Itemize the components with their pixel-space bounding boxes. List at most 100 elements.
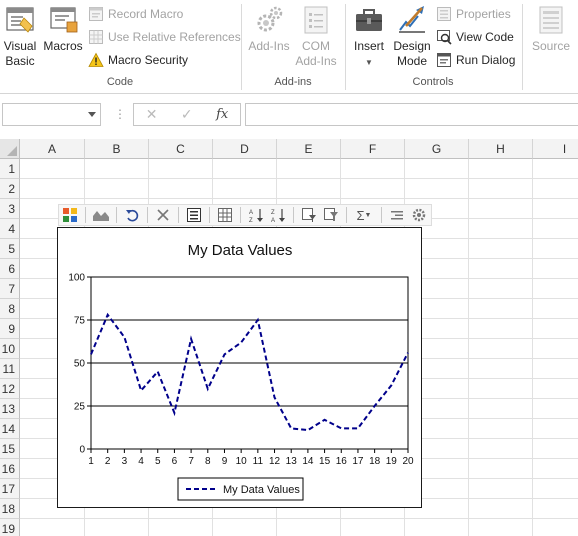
- row-header-5[interactable]: 5: [0, 239, 20, 259]
- delete-icon: [157, 209, 169, 221]
- row-header-3[interactable]: 3: [0, 199, 20, 219]
- add-ins-button[interactable]: Add-Ins: [246, 4, 292, 54]
- record-macro-button[interactable]: Record Macro: [88, 4, 183, 24]
- insert-function-icon[interactable]: fx: [216, 107, 228, 122]
- formula-bar: ⋮ ✕ ✓ fx: [0, 95, 578, 139]
- sort-descending-button[interactable]: Z A: [267, 205, 289, 225]
- more-options-icon[interactable]: ⋮: [114, 107, 126, 121]
- legend: My Data Values: [177, 477, 304, 501]
- column-header-d[interactable]: D: [213, 139, 277, 159]
- properties-label: Properties: [456, 7, 511, 21]
- sort-descending-icon: Z A: [271, 209, 285, 223]
- row-header-12[interactable]: 12: [0, 379, 20, 399]
- datasheet-button[interactable]: [214, 205, 236, 225]
- chart-object[interactable]: My Data Values 0 25 50 75 100 1 2 3 4 5 6 7 8 9 10 11 1…: [57, 227, 422, 508]
- property-list-icon: [187, 208, 201, 222]
- column-header-f[interactable]: F: [341, 139, 405, 159]
- com-add-ins-button[interactable]: COM Add-Ins: [294, 4, 338, 69]
- y-axis-ticks: 0 25 50 75 100: [68, 273, 91, 456]
- properties-toolbox-button[interactable]: [183, 205, 205, 225]
- filter-button[interactable]: [320, 205, 342, 225]
- x-tick-label: 14: [302, 456, 314, 467]
- enter-icon[interactable]: ✓: [181, 106, 193, 123]
- insert-button[interactable]: Insert ▼: [350, 4, 388, 70]
- datasheet-icon: [218, 208, 232, 222]
- autofilter-button[interactable]: [298, 205, 320, 225]
- column-gridline: [532, 159, 533, 536]
- controls-group-label: Controls: [412, 76, 454, 88]
- y-tick-label: 0: [79, 445, 85, 456]
- row-header-6[interactable]: 6: [0, 259, 20, 279]
- chart-type-button[interactable]: [90, 205, 112, 225]
- toolbar-separator: [240, 207, 241, 223]
- row-header-19[interactable]: 19: [0, 519, 20, 536]
- row-header-16[interactable]: 16: [0, 459, 20, 479]
- chevron-down-icon: ▼: [364, 211, 372, 219]
- name-box[interactable]: [2, 103, 101, 126]
- row-header-15[interactable]: 15: [0, 439, 20, 459]
- commands-options-button[interactable]: [386, 205, 408, 225]
- row-header-14[interactable]: 14: [0, 419, 20, 439]
- run-dialog-button[interactable]: Run Dialog: [436, 50, 515, 70]
- row-header-7[interactable]: 7: [0, 279, 20, 299]
- macros-label: Macros: [43, 39, 83, 53]
- chevron-down-icon[interactable]: [88, 112, 96, 117]
- cancel-icon[interactable]: ✕: [146, 106, 158, 123]
- com-add-ins-label-2: Add-Ins: [295, 54, 337, 68]
- design-mode-label-1: Design: [393, 39, 431, 53]
- x-tick-label: 9: [222, 456, 228, 467]
- column-header-b[interactable]: B: [85, 139, 149, 159]
- chart-wizard-icon: [63, 208, 77, 222]
- design-mode-button[interactable]: Design Mode: [391, 4, 433, 69]
- area-chart-icon: [93, 211, 109, 221]
- record-macro-icon: [89, 7, 103, 21]
- series-group: [90, 312, 409, 432]
- select-all-corner[interactable]: [0, 139, 20, 159]
- chart-wizard-button[interactable]: [59, 205, 81, 225]
- toolbar-separator: [381, 207, 382, 223]
- row-header-4[interactable]: 4: [0, 219, 20, 239]
- formula-input[interactable]: [245, 103, 578, 126]
- macros-button[interactable]: Macros: [42, 4, 84, 54]
- sort-ascending-button[interactable]: A Z: [245, 205, 267, 225]
- column-gridline: [468, 159, 469, 536]
- properties-button[interactable]: Properties: [436, 4, 511, 24]
- run-dialog-label: Run Dialog: [456, 53, 516, 67]
- x-tick-label: 13: [286, 456, 298, 467]
- row-header-11[interactable]: 11: [0, 359, 20, 379]
- view-code-button[interactable]: View Code: [436, 27, 514, 47]
- column-header-h[interactable]: H: [469, 139, 533, 159]
- svg-text:Z: Z: [271, 210, 275, 216]
- autofilter-icon: [302, 208, 316, 222]
- undo-button[interactable]: [121, 205, 143, 225]
- warning-icon: [88, 52, 104, 67]
- com-add-ins-icon: [304, 6, 328, 34]
- row-header-2[interactable]: 2: [0, 179, 20, 199]
- row-header-18[interactable]: 18: [0, 499, 20, 519]
- macros-icon: [50, 7, 78, 33]
- x-tick-label: 16: [336, 456, 348, 467]
- x-tick-label: 3: [122, 456, 128, 467]
- toolbar-separator: [293, 207, 294, 223]
- x-tick-label: 20: [402, 456, 414, 467]
- column-header-g[interactable]: G: [405, 139, 469, 159]
- delete-button[interactable]: [152, 205, 174, 225]
- macro-security-button[interactable]: Macro Security: [88, 50, 188, 70]
- use-relative-references-button[interactable]: Use Relative References: [88, 27, 241, 47]
- row-header-10[interactable]: 10: [0, 339, 20, 359]
- row-header-9[interactable]: 9: [0, 319, 20, 339]
- source-button[interactable]: Source: [530, 4, 572, 54]
- autocalc-button[interactable]: Σ ▼: [351, 205, 377, 225]
- column-header-a[interactable]: A: [20, 139, 85, 159]
- row-header-13[interactable]: 13: [0, 399, 20, 419]
- help-button[interactable]: [408, 205, 430, 225]
- column-header-c[interactable]: C: [149, 139, 213, 159]
- column-header-e[interactable]: E: [277, 139, 341, 159]
- row-header-8[interactable]: 8: [0, 299, 20, 319]
- row-header-17[interactable]: 17: [0, 479, 20, 499]
- svg-text:Z: Z: [249, 218, 253, 223]
- column-header-i[interactable]: I: [533, 139, 578, 159]
- row-gridline: [20, 178, 578, 179]
- visual-basic-button[interactable]: Visual Basic: [2, 4, 38, 69]
- row-header-1[interactable]: 1: [0, 159, 20, 179]
